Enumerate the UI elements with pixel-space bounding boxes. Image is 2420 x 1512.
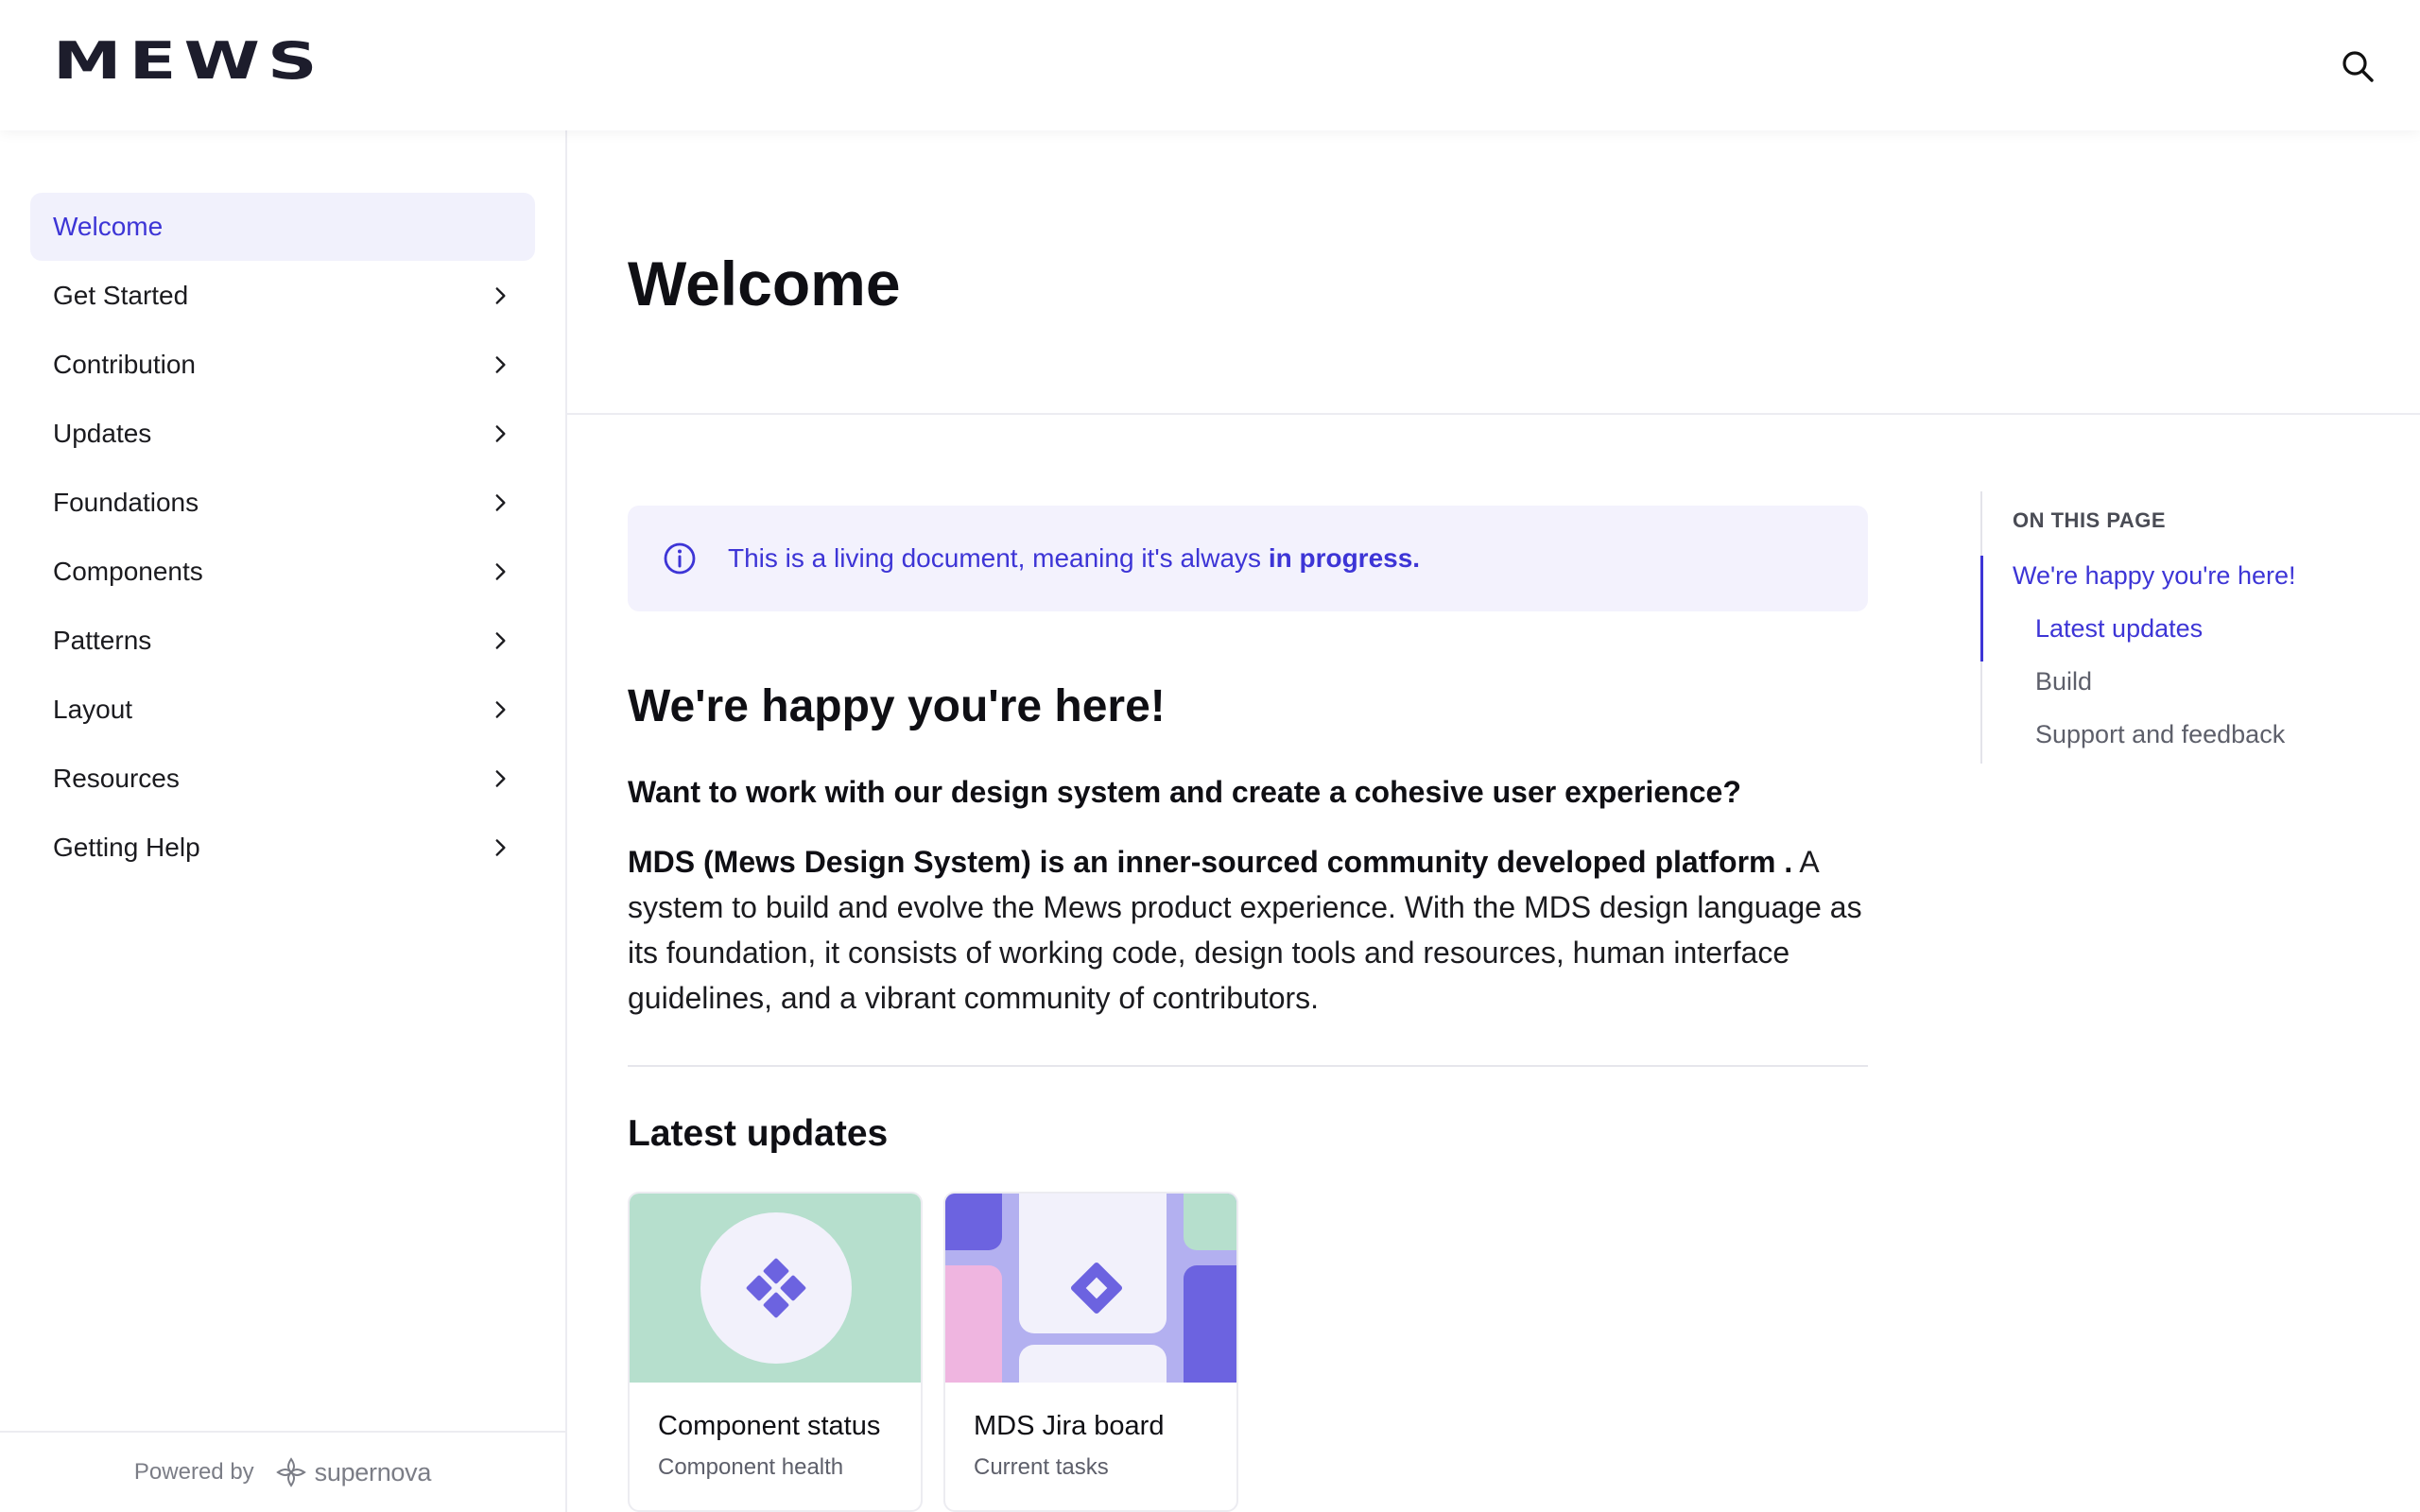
sidebar-item-label: Updates [53, 419, 152, 448]
chevron-right-icon [495, 287, 506, 304]
chevron-right-icon [495, 356, 506, 373]
sidebar-item-label: Get Started [53, 281, 189, 310]
sidebar: Welcome Get Started Contribution Updates… [0, 130, 567, 1512]
toc-heading: ON THIS PAGE [2013, 508, 2167, 532]
info-callout: This is a living document, meaning it's … [628, 506, 1868, 611]
sidebar-item-label: Contribution [53, 350, 196, 379]
toc-link-support[interactable]: Support and feedback [2035, 720, 2285, 749]
sidebar-item-components[interactable]: Components [30, 538, 535, 606]
card-title: Component status [658, 1411, 881, 1441]
card-title: MDS Jira board [974, 1411, 1165, 1441]
chevron-right-icon [495, 632, 506, 649]
supernova-brand-text: supernova [314, 1457, 432, 1486]
powered-by-label: Powered by [133, 1459, 254, 1485]
sidebar-item-label: Patterns [53, 626, 152, 655]
toc-link-happy[interactable]: We're happy you're here! [2013, 561, 2295, 591]
sidebar-item-label: Getting Help [53, 833, 200, 862]
sidebar-item-get-started[interactable]: Get Started [30, 262, 535, 330]
sidebar-item-label: Layout [53, 695, 133, 724]
sidebar-item-label: Welcome [53, 212, 164, 241]
supernova-logo-icon [275, 1457, 306, 1487]
chevron-right-icon [495, 770, 506, 787]
sidebar-item-resources[interactable]: Resources [30, 745, 535, 813]
mews-logo[interactable]: MEWS [53, 36, 325, 87]
component-diamond-icon [700, 1212, 852, 1364]
callout-text: This is a living document, meaning it's … [728, 543, 1420, 574]
card-thumbnail [945, 1194, 1236, 1383]
toc-link-build[interactable]: Build [2035, 667, 2092, 696]
sidebar-item-layout[interactable]: Layout [30, 676, 535, 744]
sidebar-item-contribution[interactable]: Contribution [30, 331, 535, 399]
sidebar-item-updates[interactable]: Updates [30, 400, 535, 468]
chevron-right-icon [495, 563, 506, 580]
card-thumbnail [630, 1194, 921, 1383]
sidebar-item-foundations[interactable]: Foundations [30, 469, 535, 537]
chevron-right-icon [495, 839, 506, 856]
powered-by-footer: Powered by supernova [0, 1431, 565, 1512]
sidebar-item-patterns[interactable]: Patterns [30, 607, 535, 675]
sidebar-item-getting-help[interactable]: Getting Help [30, 814, 535, 882]
card-subtitle: Component health [658, 1454, 844, 1480]
card-subtitle: Current tasks [974, 1454, 1109, 1480]
top-bar: MEWS [0, 0, 2420, 130]
sidebar-item-welcome[interactable]: Welcome [30, 193, 535, 261]
search-icon [2342, 51, 2374, 82]
section-divider [628, 1065, 1868, 1067]
sidebar-item-label: Resources [53, 764, 180, 793]
jira-board-icon [945, 1194, 1236, 1383]
toc-active-indicator [1980, 556, 1983, 662]
lead-question: Want to work with our design system and … [628, 775, 1741, 809]
page-title: Welcome [628, 249, 901, 318]
intro-paragraph: MDS (Mews Design System) is an inner-sou… [628, 839, 1876, 1021]
search-button[interactable] [2333, 42, 2382, 91]
sidebar-item-label: Components [53, 557, 203, 586]
section-heading-latest-updates: Latest updates [628, 1113, 889, 1154]
on-this-page: ON THIS PAGE We're happy you're here! La… [1980, 491, 2377, 764]
section-heading-happy: We're happy you're here! [628, 681, 1166, 731]
supernova-link[interactable]: supernova [275, 1456, 431, 1488]
sidebar-item-label: Foundations [53, 488, 199, 517]
card-mds-jira-board[interactable]: MDS Jira board Current tasks [943, 1192, 1238, 1512]
intro-bold: MDS (Mews Design System) is an inner-sou… [628, 845, 1793, 879]
callout-emphasis: in progress. [1268, 543, 1421, 573]
info-icon [664, 542, 696, 575]
title-divider [567, 413, 2420, 415]
toc-link-latest-updates[interactable]: Latest updates [2035, 614, 2203, 644]
callout-text-plain: This is a living document, meaning it's … [728, 543, 1269, 573]
chevron-right-icon [495, 701, 506, 718]
chevron-right-icon [495, 494, 506, 511]
card-component-status[interactable]: Component status Component health [628, 1192, 923, 1512]
chevron-right-icon [495, 425, 506, 442]
sidebar-nav: Welcome Get Started Contribution Updates… [30, 193, 535, 883]
